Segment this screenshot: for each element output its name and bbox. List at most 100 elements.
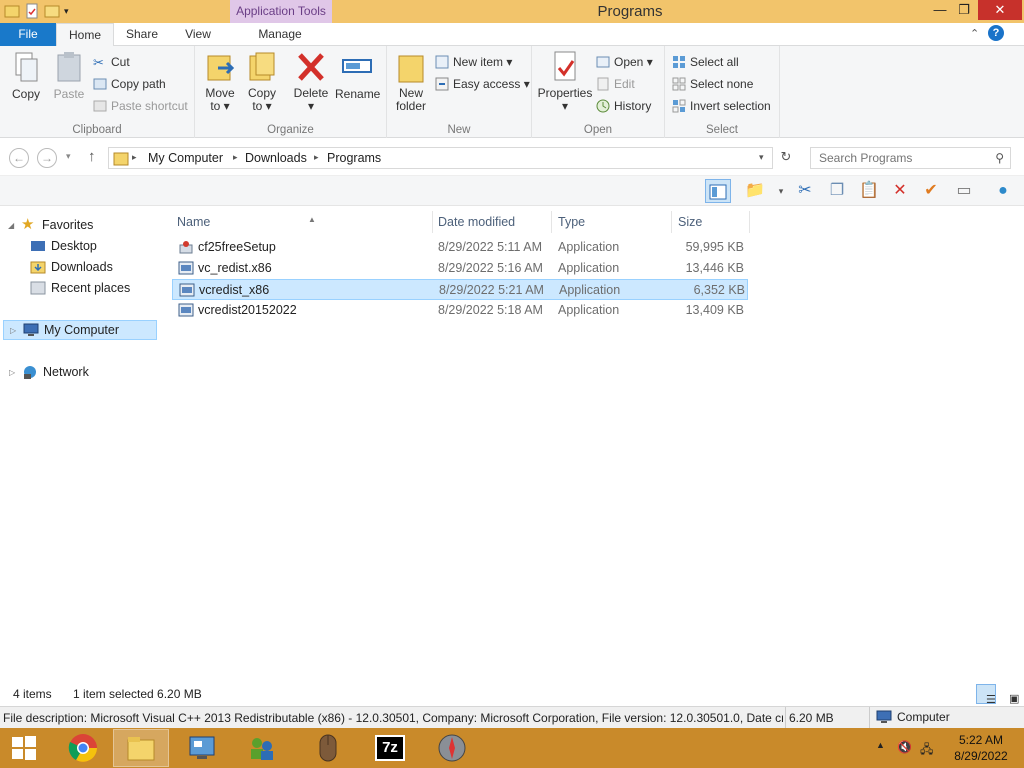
file-row[interactable]: vc_redist.x86 8/29/2022 5:16 AM Applicat… xyxy=(172,258,748,279)
open-button[interactable]: Open ▾ xyxy=(596,53,653,71)
address-bar[interactable]: ▸ My Computer ▸ Downloads ▸ Programs ▾ xyxy=(108,147,773,169)
tree-desktop[interactable]: Desktop xyxy=(30,236,97,256)
minimize-button[interactable]: — xyxy=(928,0,952,20)
breadcrumb-downloads[interactable]: Downloads xyxy=(245,151,307,165)
taskbar-mouse-app[interactable] xyxy=(300,729,356,767)
large-icons-view-button[interactable]: ▣ xyxy=(999,684,1019,705)
select-all-button[interactable]: Select all xyxy=(672,53,739,71)
forward-button[interactable]: → xyxy=(37,148,57,168)
expand-arrow-icon[interactable]: ▷ xyxy=(10,326,18,335)
invert-selection-button[interactable]: Invert selection xyxy=(672,97,771,115)
folder-options-button[interactable]: 📁 xyxy=(742,179,768,203)
column-header-size[interactable]: Size xyxy=(672,211,750,233)
help-icon[interactable]: ? xyxy=(988,25,1004,41)
taskbar-file-explorer[interactable] xyxy=(113,729,169,767)
breadcrumb-separator-icon: ▸ xyxy=(233,152,238,162)
properties-icon[interactable] xyxy=(24,3,40,19)
back-button[interactable]: ← xyxy=(9,148,29,168)
rename-button[interactable]: Rename xyxy=(335,50,380,101)
toolbar-properties-button[interactable]: ✔ xyxy=(918,179,944,203)
toolbar-cut-button[interactable]: ✂ xyxy=(792,179,818,203)
computer-icon xyxy=(876,710,892,723)
select-none-button[interactable]: Select none xyxy=(672,75,753,93)
history-button[interactable]: History xyxy=(596,97,651,115)
taskbar-compass-app[interactable] xyxy=(424,729,480,767)
tab-view[interactable]: View xyxy=(170,23,226,46)
collapse-arrow-icon[interactable]: ◢ xyxy=(8,221,16,230)
collapse-ribbon-icon[interactable]: ⌃ xyxy=(970,27,979,40)
column-header-type[interactable]: Type xyxy=(552,211,672,233)
taskbar-7zip[interactable]: 7z xyxy=(362,729,418,767)
toolbar-rename-button[interactable]: ▭ xyxy=(951,179,977,203)
up-button[interactable]: ↑ xyxy=(88,148,96,165)
file-row[interactable]: cf25freeSetup 8/29/2022 5:11 AM Applicat… xyxy=(172,237,748,258)
copy-path-label: Copy path xyxy=(111,77,166,91)
toolbar-dropdown-button[interactable]: ▾ xyxy=(768,179,794,203)
system-clock[interactable]: 5:22 AM 8/29/2022 xyxy=(950,732,1012,764)
toolbar-paste-button[interactable]: 📋 xyxy=(856,179,882,203)
move-to-button[interactable]: Move to ▾ xyxy=(201,50,239,113)
file-row[interactable]: vcredist20152022 8/29/2022 5:18 AM Appli… xyxy=(172,300,748,321)
properties-label-line2: ▾ xyxy=(561,99,569,113)
delete-button[interactable]: Delete ▾ xyxy=(291,50,331,113)
copy-to-button[interactable]: Copy to ▾ xyxy=(243,50,281,113)
volume-muted-icon[interactable]: 🔇 xyxy=(897,740,912,754)
search-icon[interactable]: ⚲ xyxy=(995,151,1004,165)
toolbar-internet-button[interactable]: ● xyxy=(990,179,1016,203)
paste-shortcut-button[interactable]: Paste shortcut xyxy=(93,97,188,115)
tab-manage[interactable]: Manage xyxy=(232,23,328,46)
taskbar-control-panel[interactable] xyxy=(174,729,230,767)
cut-button[interactable]: ✂ Cut xyxy=(93,53,130,71)
folder-icon[interactable] xyxy=(4,3,20,19)
address-row: ← → ▾ ↑ ▸ My Computer ▸ Downloads ▸ Prog… xyxy=(0,139,1024,176)
tree-network[interactable]: ▷ Network xyxy=(9,362,89,382)
taskbar-chrome[interactable] xyxy=(55,729,111,767)
breadcrumb-programs[interactable]: Programs xyxy=(327,151,381,165)
toolbar-copy-button[interactable]: ❐ xyxy=(824,179,850,203)
search-input[interactable] xyxy=(811,148,986,168)
column-header-name[interactable]: Name ▲ xyxy=(171,211,433,233)
refresh-icon[interactable]: ↻ xyxy=(776,149,796,169)
file-name: cf25freeSetup xyxy=(198,240,276,254)
new-folder-button[interactable]: New folder xyxy=(393,50,429,113)
tree-downloads[interactable]: Downloads xyxy=(30,257,113,277)
tab-share[interactable]: Share xyxy=(114,23,170,46)
show-hidden-icons[interactable]: ▲ xyxy=(876,740,885,750)
tree-my-computer[interactable]: ▷ My Computer xyxy=(3,320,157,340)
mouse-icon xyxy=(319,734,337,762)
item-count: 4 items xyxy=(13,687,52,701)
customize-qat-icon[interactable]: ▾ xyxy=(64,3,80,19)
tree-recent-places[interactable]: Recent places xyxy=(30,278,130,298)
toolbar-delete-button[interactable]: ✕ xyxy=(887,179,913,203)
close-button[interactable]: ✕ xyxy=(978,0,1022,20)
network-status-icon[interactable]: 🖧 xyxy=(920,740,933,761)
easy-access-button[interactable]: Easy access ▾ xyxy=(435,75,530,93)
paste-button[interactable]: Paste xyxy=(50,50,88,101)
preview-pane-button[interactable] xyxy=(705,179,731,203)
edit-button[interactable]: Edit xyxy=(596,75,635,93)
expand-arrow-icon[interactable]: ▷ xyxy=(9,368,17,377)
taskbar-network-app[interactable] xyxy=(234,729,290,767)
tab-file[interactable]: File xyxy=(0,23,56,46)
start-button[interactable] xyxy=(0,729,48,767)
copy-path-button[interactable]: Copy path xyxy=(93,75,166,93)
copy-button[interactable]: Copy xyxy=(6,50,46,101)
tab-home[interactable]: Home xyxy=(56,23,114,47)
tree-favorites[interactable]: ◢ ★ Favorites xyxy=(8,215,93,235)
chrome-icon xyxy=(68,734,97,762)
new-folder-icon[interactable] xyxy=(44,3,60,19)
address-dropdown-icon[interactable]: ▾ xyxy=(759,152,764,163)
breadcrumb-my-computer[interactable]: My Computer xyxy=(148,151,223,165)
tree-my-computer-label: My Computer xyxy=(44,323,120,337)
properties-button[interactable]: Properties ▾ xyxy=(536,50,594,113)
details-view-button[interactable]: ☰ xyxy=(976,684,996,706)
windows-logo-icon xyxy=(12,736,36,760)
recent-locations-chevron-icon[interactable]: ▾ xyxy=(66,151,71,162)
copy-icon: ❐ xyxy=(829,182,845,199)
open-group: Properties ▾ Open ▾ Edit History Open xyxy=(532,46,665,138)
search-box[interactable]: ⚲ xyxy=(810,147,1011,169)
new-item-button[interactable]: New item ▾ xyxy=(435,53,512,71)
file-row-selected[interactable]: vcredist_x86 8/29/2022 5:21 AM Applicati… xyxy=(172,279,748,300)
column-header-date[interactable]: Date modified xyxy=(432,211,552,233)
maximize-button[interactable]: ❐ xyxy=(952,0,976,20)
